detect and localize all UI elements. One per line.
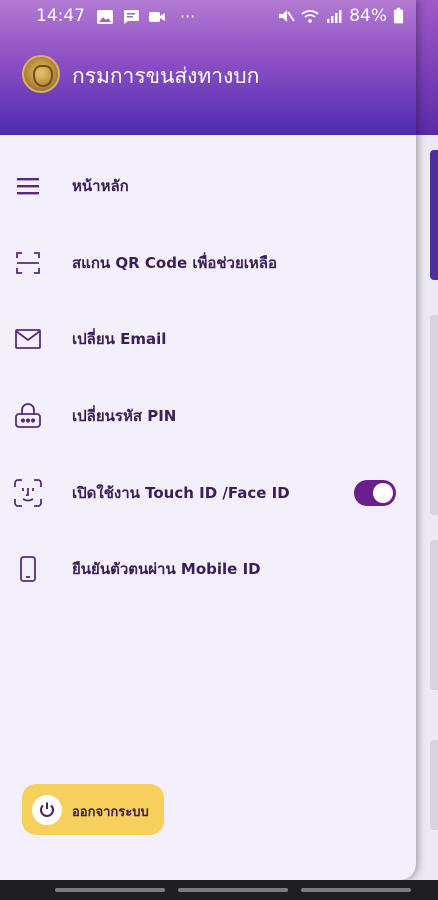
pin-lock-icon — [12, 400, 44, 432]
dlt-emblem-logo — [22, 55, 60, 93]
menu-label-mobile-id: ยืนยันตัวตนผ่าน Mobile ID — [72, 560, 261, 579]
nav-recents-button[interactable] — [55, 888, 165, 892]
battery-icon — [393, 7, 404, 24]
menu-item-scan-qr[interactable]: สแกน QR Code เพื่อช่วยเหลือ — [0, 225, 416, 302]
scan-icon — [12, 247, 44, 279]
nav-back-button[interactable] — [301, 888, 411, 892]
menu-label-face-id: เปิดใช้งาน Touch ID /Face ID — [72, 483, 290, 502]
drawer-header: 14:47 ··· 84% กรมการขนส่งทางบก — [0, 0, 416, 135]
status-bar: 14:47 ··· 84% — [0, 0, 416, 34]
background-card — [430, 150, 438, 280]
power-icon — [32, 795, 62, 825]
nav-home-button[interactable] — [178, 888, 288, 892]
face-id-toggle[interactable] — [354, 479, 396, 506]
menu-item-home[interactable]: หน้าหลัก — [0, 148, 416, 225]
system-navigation-bar — [0, 880, 438, 900]
menu-label-change-pin: เปลี่ยนรหัส PIN — [72, 407, 177, 426]
menu-label-scan-qr: สแกน QR Code เพื่อช่วยเหลือ — [72, 253, 277, 272]
status-system-icons: 84% — [277, 6, 404, 26]
menu-label-change-email: เปลี่ยน Email — [72, 330, 167, 349]
background-card — [430, 540, 438, 690]
drawer-menu: หน้าหลัก สแกน QR Code เพื่อช่วยเหลือ เปล… — [0, 148, 416, 608]
app-title: กรมการขนส่งทางบก — [72, 64, 260, 88]
mobile-icon — [12, 553, 44, 585]
menu-item-mobile-id[interactable]: ยืนยันตัวตนผ่าน Mobile ID — [0, 531, 416, 608]
background-card — [430, 315, 438, 515]
background-card — [430, 740, 438, 830]
menu-label-home: หน้าหลัก — [72, 177, 129, 196]
toggle-knob — [373, 482, 393, 503]
menu-item-change-pin[interactable]: เปลี่ยนรหัส PIN — [0, 378, 416, 455]
hamburger-icon — [12, 170, 44, 202]
face-id-icon — [12, 477, 44, 509]
menu-item-change-email[interactable]: เปลี่ยน Email — [0, 301, 416, 378]
more-notifications-dots: ··· — [180, 7, 196, 26]
status-time: 14:47 — [36, 6, 85, 26]
message-icon — [123, 9, 139, 24]
logout-label: ออกจากระบบ — [72, 805, 149, 820]
mute-icon — [279, 10, 295, 22]
status-notification-icons: ··· — [96, 7, 195, 26]
menu-item-face-id[interactable]: เปิดใช้งาน Touch ID /Face ID — [0, 454, 416, 531]
wifi-icon — [301, 10, 319, 23]
battery-percent: 84% — [349, 6, 387, 26]
logout-button[interactable]: ออกจากระบบ — [22, 784, 164, 835]
image-icon — [97, 9, 113, 24]
signal-icon — [327, 10, 342, 23]
video-icon — [149, 11, 165, 22]
mail-icon — [12, 323, 44, 355]
navigation-drawer: 14:47 ··· 84% กรมการขนส่งทางบก หน้าหลัก … — [0, 0, 416, 880]
